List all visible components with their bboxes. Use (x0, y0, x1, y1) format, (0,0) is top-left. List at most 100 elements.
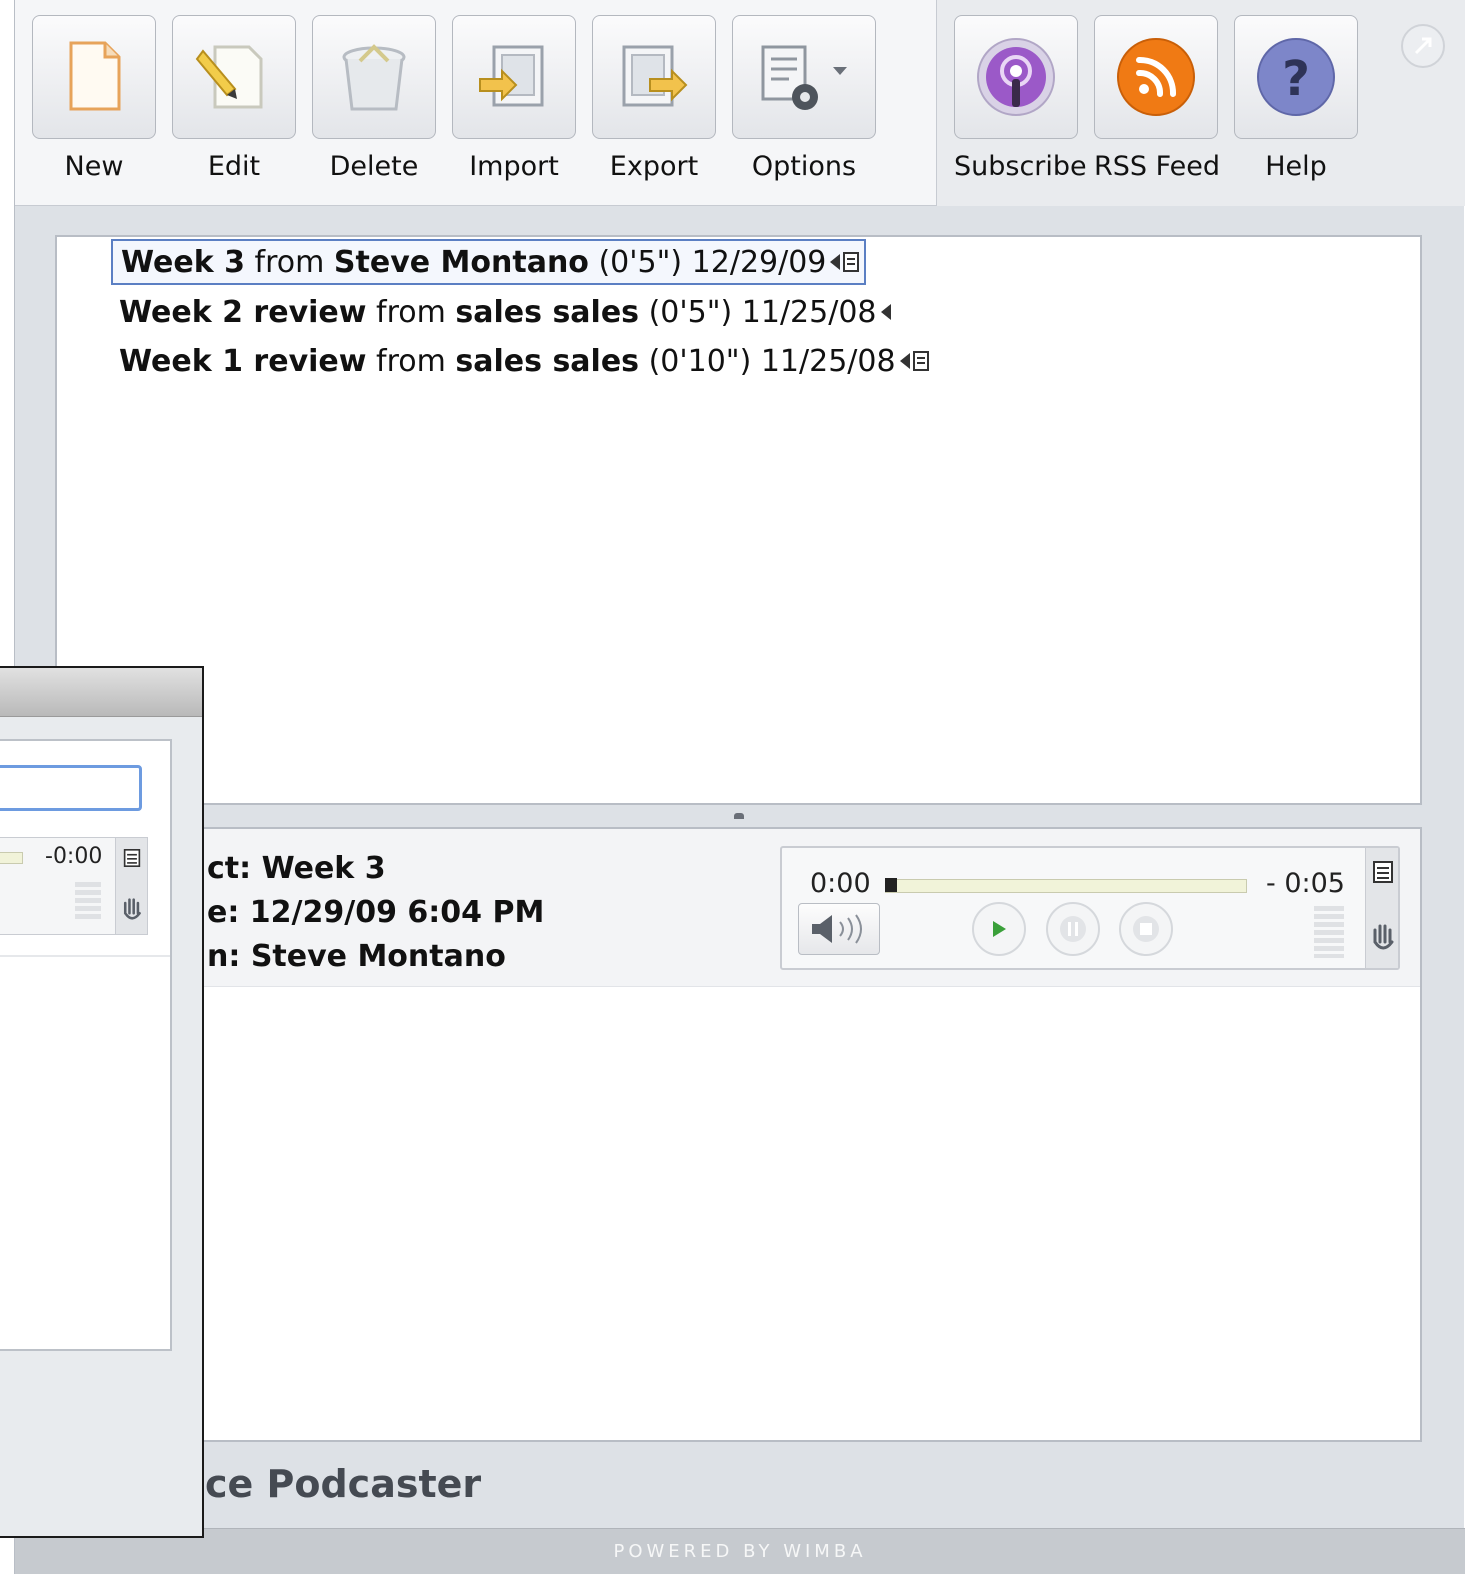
message-from-word: from (376, 343, 446, 379)
edit-button[interactable]: Edit (172, 15, 296, 182)
message-title: Week 2 review (119, 294, 367, 330)
main-toolbar: New Edit Delete Import Export Options (15, 0, 937, 206)
message-date: 12/29/09 (691, 244, 827, 280)
options-label: Options (751, 151, 857, 182)
import-icon (479, 45, 544, 107)
subscribe-label: Subscribe (954, 151, 1087, 182)
rss-feed-button[interactable]: RSS Feed (1094, 15, 1221, 182)
stop-button[interactable] (1119, 902, 1173, 956)
pause-icon (1060, 916, 1086, 942)
note-icon (843, 252, 860, 272)
note-icon (912, 351, 929, 371)
message-duration: (0'5") (598, 244, 683, 280)
subscribe-button[interactable]: Subscribe (954, 15, 1087, 182)
message-from-word: from (254, 244, 325, 280)
drag-handle-icon[interactable] (1370, 920, 1396, 954)
import-label: Import (469, 151, 559, 182)
stop-icon (1133, 916, 1159, 942)
splitter-grip-icon (733, 813, 744, 819)
message-title: Week 3 (121, 244, 245, 280)
volume-button[interactable] (798, 903, 880, 955)
secondary-window-body: -0:00 (0, 717, 202, 1536)
rss-icon (1117, 38, 1195, 116)
export-label: Export (609, 151, 699, 182)
message-row-week2[interactable]: Week 2 review from sales sales (0'5") 11… (111, 289, 897, 335)
audio-icon (830, 254, 841, 270)
subject-row: ct: Week 3 (207, 851, 386, 886)
rss-feed-label: RSS Feed (1094, 151, 1221, 182)
voice-podcaster-app: New Edit Delete Import Export Options Su… (14, 0, 1465, 1574)
options-button[interactable]: Options (732, 15, 876, 182)
secondary-remaining-time: -0:00 (45, 844, 103, 869)
expand-arrow-icon (1414, 37, 1432, 55)
export-icon (622, 45, 688, 107)
subject-value: Week 3 (261, 851, 386, 886)
message-sender: sales sales (455, 294, 640, 330)
help-button[interactable]: ? Help (1234, 15, 1358, 182)
new-label: New (64, 151, 124, 182)
seek-handle[interactable] (885, 878, 897, 892)
drag-handle-icon[interactable] (121, 894, 143, 924)
menu-icon[interactable] (123, 848, 141, 868)
message-header: ct: Week 3 e: 12/29/09 6:04 PM n: Steve … (57, 829, 1420, 987)
message-from-word: from (376, 294, 446, 330)
message-duration: (0'10") (648, 343, 752, 379)
secondary-seek-bar[interactable] (0, 852, 23, 864)
options-gear-icon (761, 45, 847, 110)
edit-label: Edit (207, 151, 261, 182)
subject-label: ct: (207, 851, 252, 886)
secondary-player-sidebar (115, 838, 147, 934)
message-detail-panel: ct: Week 3 e: 12/29/09 6:04 PM n: Steve … (55, 827, 1422, 1442)
podcast-icon (977, 38, 1055, 116)
secondary-window-titlebar[interactable] (0, 668, 202, 717)
panel-splitter[interactable] (55, 805, 1422, 827)
message-title: Week 1 review (119, 343, 367, 379)
secondary-text-field[interactable] (0, 765, 142, 811)
pencil-icon (195, 45, 263, 109)
secondary-audio-player: -0:00 (0, 837, 148, 935)
import-button[interactable]: Import (452, 15, 576, 182)
secondary-divider (0, 955, 170, 957)
secondary-window: -0:00 (0, 666, 204, 1538)
elapsed-time: 0:00 (810, 868, 871, 899)
message-date: 11/25/08 (760, 343, 896, 379)
play-button[interactable] (972, 902, 1026, 956)
speaker-icon (812, 914, 862, 944)
powered-by-text: POWERED BY WIMBA (613, 1541, 867, 1562)
help-icon: ? (1257, 38, 1335, 116)
message-date: 11/25/08 (741, 294, 877, 330)
message-sender: Steve Montano (333, 244, 589, 280)
volume-meter (1314, 906, 1344, 958)
message-row-week3[interactable]: Week 3 from Steve Montano (0'5") 12/29/0… (111, 239, 867, 285)
pause-button[interactable] (1046, 902, 1100, 956)
delete-label: Delete (329, 151, 419, 182)
message-row-week1[interactable]: Week 1 review from sales sales (0'10") 1… (111, 338, 934, 384)
export-button[interactable]: Export (592, 15, 716, 182)
remaining-time: - 0:05 (1266, 868, 1345, 899)
delete-button[interactable]: Delete (312, 15, 436, 182)
audio-player: 0:00 - 0:05 (780, 846, 1400, 970)
from-value: Steve Montano (250, 939, 506, 974)
help-label: Help (1265, 151, 1327, 182)
expand-window-button[interactable] (1401, 24, 1445, 68)
message-sender: sales sales (455, 343, 640, 379)
trash-icon (342, 44, 406, 111)
feed-toolbar: Subscribe RSS Feed ? Help (937, 0, 1465, 206)
svg-text:?: ? (1282, 51, 1310, 107)
secondary-volume-meter (75, 882, 101, 922)
date-row: e: 12/29/09 6:04 PM (207, 895, 544, 930)
new-button[interactable]: New (32, 15, 156, 182)
audio-icon (880, 304, 891, 320)
date-label: e: (207, 895, 240, 930)
brand-title: ce Podcaster (205, 1462, 482, 1506)
date-value: 12/29/09 6:04 PM (249, 895, 545, 930)
player-sidebar (1365, 848, 1398, 968)
message-duration: (0'5") (648, 294, 733, 330)
seek-bar[interactable] (885, 879, 1247, 893)
secondary-panel: -0:00 (0, 739, 172, 1351)
from-row: n: Steve Montano (207, 939, 506, 974)
audio-icon (899, 353, 910, 369)
play-icon (993, 921, 1006, 937)
menu-icon[interactable] (1372, 860, 1394, 884)
message-list: Week 3 from Steve Montano (0'5") 12/29/0… (55, 235, 1422, 805)
